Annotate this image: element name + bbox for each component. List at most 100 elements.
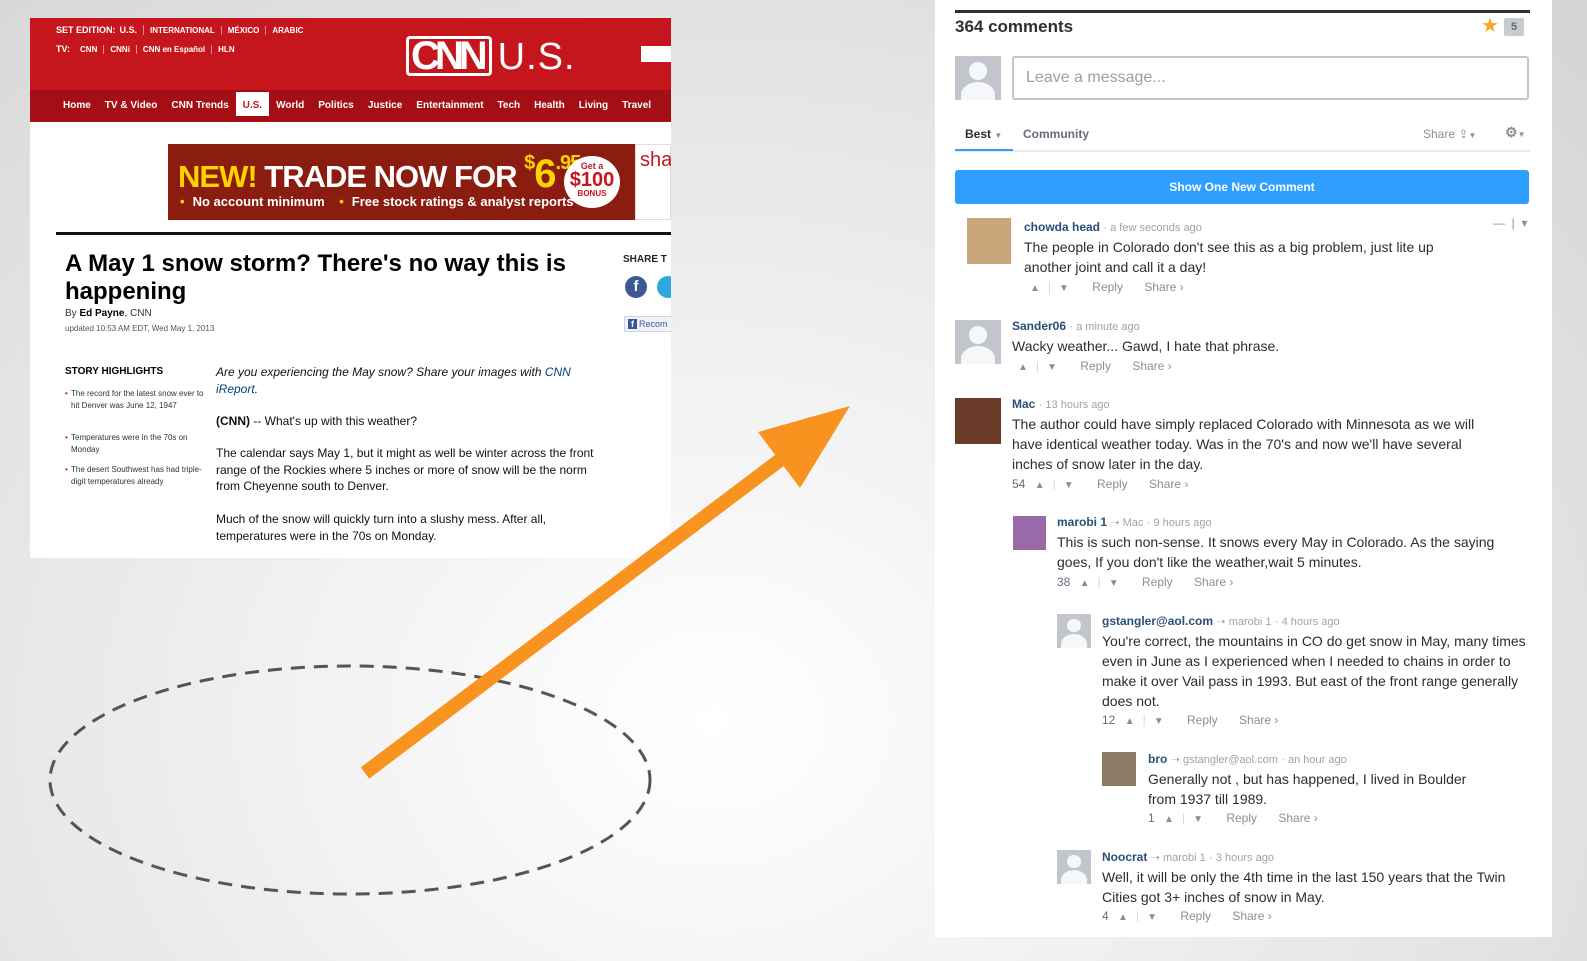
chevron-down-icon: ▼ [1468,131,1477,140]
avatar[interactable] [1013,516,1046,550]
comment-author[interactable]: marobi 1 [1057,515,1107,529]
downvote-icon[interactable]: ▼ [1059,283,1069,294]
tv-cnn-espanol[interactable]: CNN en Español [137,44,213,54]
twitter-icon[interactable] [657,276,671,298]
facebook-icon[interactable]: f [625,276,647,298]
reply-button[interactable]: Reply [1187,713,1218,727]
arrow-head [758,406,850,488]
comment-header: gstangler@aol.com ➝ marobi 1 · 4 hours a… [1102,614,1340,628]
comment-time[interactable]: 9 hours ago [1154,517,1212,529]
downvote-icon[interactable]: ▼ [1147,912,1157,923]
tab-best[interactable]: Best ▼ [965,127,1002,141]
reply-button[interactable]: Reply [1097,477,1128,491]
comment-author[interactable]: gstangler@aol.com [1102,614,1213,628]
reply-button[interactable]: Reply [1092,280,1123,294]
header-search-box[interactable] [641,46,671,62]
comment-time[interactable]: an hour ago [1288,754,1347,766]
reply-button[interactable]: Reply [1226,811,1257,825]
star-icon[interactable]: ★ [1481,13,1499,38]
edition-international[interactable]: INTERNATIONAL [144,25,222,35]
upvote-icon[interactable]: ▲ [1018,362,1028,373]
comment-time[interactable]: 4 hours ago [1282,616,1340,628]
comment-votes: 4 [1102,909,1109,923]
reply-button[interactable]: Reply [1142,575,1173,589]
tab-community[interactable]: Community [1023,127,1089,141]
downvote-icon[interactable]: ▼ [1109,578,1119,589]
ad-headline: NEW! TRADE NOW FOR $6.95 [178,152,581,197]
collapse-icon[interactable]: — | ▾ [1493,216,1527,230]
avatar[interactable] [967,218,1011,264]
nav-politics[interactable]: Politics [311,98,361,122]
tv-label: TV: [56,44,71,54]
nav-living[interactable]: Living [572,98,615,122]
upvote-icon[interactable]: ▲ [1125,716,1135,727]
comment-time[interactable]: a few seconds ago [1110,222,1202,234]
upvote-icon[interactable]: ▲ [1030,283,1040,294]
share-dropdown[interactable]: Share ⇪▼ [1423,127,1476,141]
share-button[interactable]: Share › [1132,359,1171,373]
downvote-icon[interactable]: ▼ [1193,814,1203,825]
side-ad[interactable]: sha [635,144,671,220]
cnn-logo[interactable]: CNN U.S. [406,36,576,76]
upvote-icon[interactable]: ▲ [1035,480,1045,491]
reply-to[interactable]: Mac [1123,517,1144,529]
avatar[interactable] [1057,614,1091,648]
downvote-icon[interactable]: ▼ [1047,362,1057,373]
share-button[interactable]: Share › [1278,811,1317,825]
reply-to[interactable]: marobi 1 [1163,852,1206,864]
nav-us[interactable]: U.S. [235,92,270,116]
nav-cnn-trends[interactable]: CNN Trends [164,98,235,122]
gear-icon[interactable]: ⚙▼ [1505,124,1525,141]
avatar[interactable] [1102,752,1136,786]
share-button[interactable]: Share › [1144,280,1183,294]
downvote-icon[interactable]: ▼ [1154,716,1164,727]
comment-time[interactable]: a minute ago [1076,321,1140,333]
comment-author[interactable]: Mac [1012,397,1035,411]
comment-author[interactable]: Noocrat [1102,850,1147,864]
upvote-icon[interactable]: ▲ [1118,912,1128,923]
nav-entertainment[interactable]: Entertainment [409,98,490,122]
upvote-icon[interactable]: ▲ [1080,578,1090,589]
message-input[interactable]: Leave a message... [1012,56,1529,100]
comment-author[interactable]: bro [1148,752,1167,766]
trade-banner-ad[interactable]: NEW! TRADE NOW FOR $6.95 • No account min… [168,144,635,220]
reply-button[interactable]: Reply [1080,359,1111,373]
nav-health[interactable]: Health [527,98,572,122]
tv-cnni[interactable]: CNNi [104,44,137,54]
nav-travel[interactable]: Travel [615,98,658,122]
edition-mexico[interactable]: MÉXICO [222,25,267,35]
comment-text: The author could have simply replaced Co… [1012,416,1475,472]
badge-amount: $100 [569,169,615,191]
avatar[interactable] [955,320,1001,364]
headline-rule [56,232,671,235]
tv-cnn[interactable]: CNN [74,44,105,54]
comment-time[interactable]: 3 hours ago [1216,852,1274,864]
reply-arrow-icon: ➝ [1110,517,1123,529]
upvote-icon[interactable]: ▲ [1164,814,1174,825]
nav-world[interactable]: World [269,98,311,122]
share-button[interactable]: Share › [1239,713,1278,727]
share-button[interactable]: Share › [1194,575,1233,589]
downvote-icon[interactable]: ▼ [1064,480,1074,491]
edition-current[interactable]: U.S. [120,25,145,35]
show-new-comment-button[interactable]: Show One New Comment [955,170,1529,204]
nav-tech[interactable]: Tech [491,98,528,122]
reply-button[interactable]: Reply [1180,909,1211,923]
tv-hln[interactable]: HLN [212,45,240,54]
avatar[interactable] [1057,850,1091,884]
reply-to[interactable]: marobi 1 [1229,616,1272,628]
edition-arabic[interactable]: ARABIC [266,26,309,35]
author-link[interactable]: Ed Payne [79,308,124,319]
share-button[interactable]: Share › [1232,909,1271,923]
nav-justice[interactable]: Justice [361,98,409,122]
comment-author[interactable]: Sander06 [1012,319,1066,333]
share-button[interactable]: Share › [1149,477,1188,491]
comment-time[interactable]: 13 hours ago [1045,399,1109,411]
dashed-ellipse [48,664,652,896]
reply-to[interactable]: gstangler@aol.com [1183,754,1278,766]
nav-tv-video[interactable]: TV & Video [98,98,165,122]
avatar[interactable] [955,398,1001,444]
nav-home[interactable]: Home [56,98,98,122]
facebook-recommend-button[interactable]: f Recom [624,316,671,332]
comment-author[interactable]: chowda head [1024,220,1100,234]
